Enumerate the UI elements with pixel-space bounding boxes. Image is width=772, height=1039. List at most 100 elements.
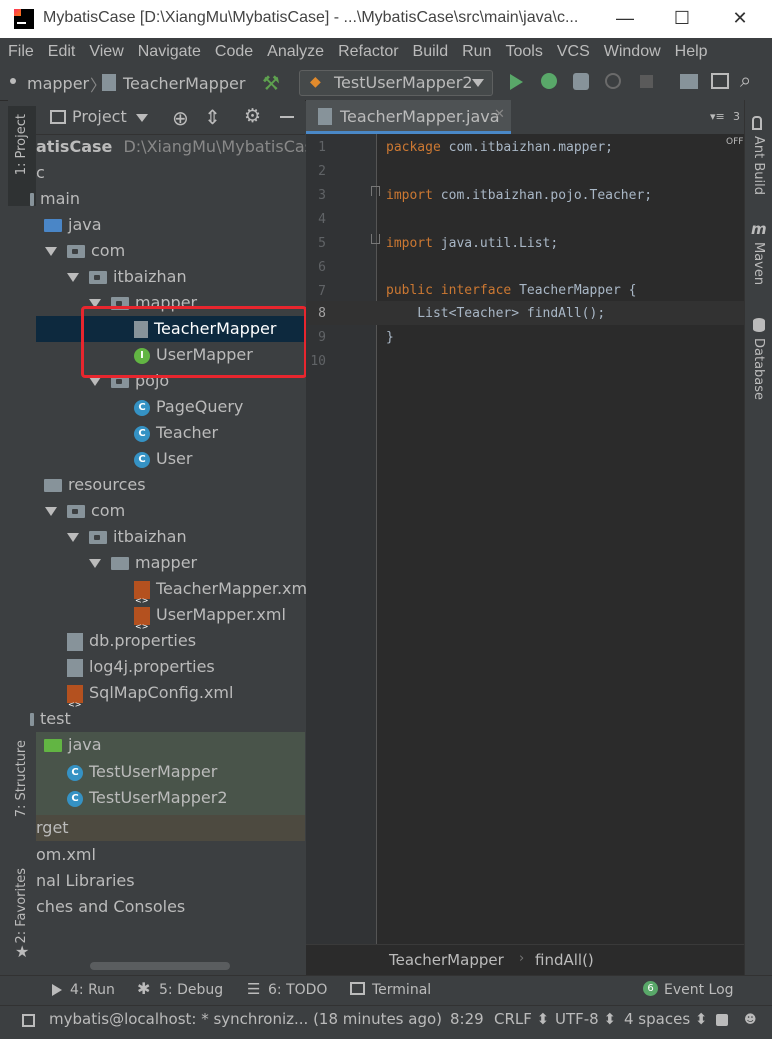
maven-tool-tab[interactable]: Maven	[751, 242, 766, 285]
menu-vcs[interactable]: VCS	[557, 43, 590, 61]
tree-item-teacher[interactable]: C Teacher	[36, 420, 305, 446]
hide-panel-icon[interactable]	[280, 116, 294, 118]
indent-selector[interactable]: 4 spaces ⬍	[624, 1010, 707, 1028]
menu-refactor[interactable]: Refactor	[338, 43, 398, 61]
nav-crumb-file[interactable]: TeacherMapper	[123, 74, 245, 93]
profile-icon[interactable]	[605, 73, 621, 89]
tree-item-resources[interactable]: resources	[36, 472, 305, 498]
menu-navigate[interactable]: Navigate	[138, 43, 201, 61]
expand-arrow-icon[interactable]	[45, 507, 57, 516]
lock-icon[interactable]	[716, 1014, 728, 1026]
search-icon[interactable]: ⌕	[740, 68, 751, 92]
menu-edit[interactable]: Edit	[48, 43, 76, 61]
database-tool-tab[interactable]: Database	[751, 338, 766, 400]
menu-code[interactable]: Code	[215, 43, 253, 61]
menu-build[interactable]: Build	[413, 43, 449, 61]
expand-arrow-icon[interactable]	[89, 377, 101, 386]
tree-item-sqlmapconfig[interactable]: SqlMapConfig.xml	[36, 680, 305, 718]
stop-icon[interactable]	[640, 75, 653, 88]
caret-position[interactable]: 8:29	[450, 1010, 484, 1028]
event-log-button[interactable]: Event Log	[664, 982, 734, 998]
tree-item-pagequery[interactable]: C PageQuery	[36, 394, 305, 420]
toggle-tool-windows-icon[interactable]	[22, 1014, 35, 1027]
favorites-tool-tab[interactable]: 2: Favorites	[14, 868, 29, 944]
code-line-7: public interface TeacherMapper {	[386, 283, 636, 298]
gear-icon[interactable]: ⚙	[244, 105, 261, 127]
maximize-button[interactable]: ☐	[662, 8, 702, 29]
fold-marker-icon[interactable]	[371, 234, 380, 244]
tree-item-user[interactable]: C User	[36, 446, 305, 472]
build-hammer-icon[interactable]: ⚒	[262, 71, 280, 95]
tree-root[interactable]: atisCase D:\XiangMu\MybatisCase\M	[36, 134, 342, 160]
debug-bug-icon[interactable]	[541, 73, 557, 89]
breadcrumb-class[interactable]: TeacherMapper	[389, 951, 504, 969]
project-panel-title[interactable]: Project	[72, 107, 127, 126]
tree-item-test[interactable]: test	[30, 706, 305, 732]
inspector-icon[interactable]: ☻	[744, 1012, 757, 1026]
package-folder-icon	[67, 245, 85, 258]
tree-item-res-itbaizhan[interactable]: itbaizhan	[36, 524, 305, 550]
tree-item-pom-xml[interactable]: om.xml	[36, 842, 305, 868]
tree-item-com[interactable]: com	[36, 238, 305, 264]
tree-item-usermapper-xml[interactable]: UserMapper.xml	[36, 602, 305, 640]
collapse-all-icon[interactable]: ⇕	[204, 105, 221, 129]
fold-marker-icon[interactable]	[371, 186, 380, 196]
run-play-icon[interactable]	[510, 74, 523, 90]
structure-tool-tab[interactable]: 7: Structure	[14, 740, 29, 817]
project-structure-icon[interactable]	[680, 74, 698, 89]
close-button[interactable]: ✕	[720, 8, 760, 29]
tree-item-res-mapper[interactable]: mapper	[36, 550, 305, 576]
tree-item-scratches[interactable]: ches and Consoles	[36, 894, 305, 920]
status-message[interactable]: mybatis@localhost: * synchroniz... (18 m…	[49, 1010, 442, 1028]
menu-analyze[interactable]: Analyze	[267, 43, 324, 61]
chevron-down-icon[interactable]	[136, 114, 148, 122]
menu-run[interactable]: Run	[462, 43, 491, 61]
tab-label: TeacherMapper.java	[340, 107, 500, 126]
tree-item-testusermapper2[interactable]: C TestUserMapper2	[36, 785, 305, 815]
expand-arrow-icon[interactable]	[67, 273, 79, 282]
tree-item-testusermapper[interactable]: C TestUserMapper	[36, 759, 305, 785]
editor-tab-teachermapper[interactable]: TeacherMapper.java ✕	[306, 100, 511, 134]
menu-help[interactable]: Help	[675, 43, 708, 61]
project-tool-tab[interactable]: 1: Project	[14, 114, 29, 175]
expand-arrow-icon[interactable]	[45, 247, 57, 256]
debug-tool-button[interactable]: 5: Debug	[159, 982, 223, 998]
menu-view[interactable]: View	[89, 43, 123, 61]
tree-item-java[interactable]: java	[36, 212, 305, 238]
tree-item-src[interactable]: c	[36, 160, 305, 186]
code-keyword: import	[386, 236, 433, 251]
run-config-dropdown[interactable]: ◆ TestUserMapper2	[299, 70, 493, 96]
coverage-shield-icon[interactable]	[573, 73, 589, 90]
tree-item-log4j-properties[interactable]: log4j.properties	[36, 654, 305, 680]
tab-list-icon[interactable]: ▾≡	[710, 110, 725, 123]
expand-arrow-icon[interactable]	[89, 559, 101, 568]
line-separator-selector[interactable]: CRLF ⬍	[494, 1010, 549, 1028]
tree-item-db-properties[interactable]: db.properties	[36, 628, 305, 654]
locate-target-icon[interactable]: ⊕	[172, 106, 189, 130]
tree-label: UserMapper.xml	[156, 605, 286, 624]
run-tool-button[interactable]: 4: Run	[70, 982, 115, 998]
terminal-tool-button[interactable]: Terminal	[372, 982, 431, 998]
ant-build-tool-tab[interactable]: Ant Build	[751, 136, 766, 195]
tree-item-main[interactable]: main	[30, 186, 305, 212]
tab-close-icon[interactable]: ✕	[494, 107, 505, 122]
tree-item-res-com[interactable]: com	[36, 498, 305, 524]
encoding-selector[interactable]: UTF-8 ⬍	[555, 1010, 616, 1028]
todo-tool-button[interactable]: 6: TODO	[268, 982, 327, 998]
tree-item-teachermapper-xml[interactable]: TeacherMapper.xml	[36, 576, 312, 614]
menu-window[interactable]: Window	[604, 43, 661, 61]
horizontal-scrollbar[interactable]	[90, 962, 230, 970]
expand-arrow-icon[interactable]	[67, 533, 79, 542]
tree-item-test-java[interactable]: java	[36, 732, 305, 759]
tree-item-external-libraries[interactable]: nal Libraries	[36, 868, 305, 894]
menu-tools[interactable]: Tools	[505, 43, 542, 61]
window-layout-icon[interactable]	[711, 73, 729, 89]
breadcrumb-method[interactable]: findAll()	[535, 951, 594, 969]
tree-item-target[interactable]: rget	[36, 815, 305, 841]
code-editor[interactable]	[377, 134, 744, 944]
nav-crumb-mapper[interactable]: mapper	[27, 74, 89, 93]
tree-label: db.properties	[89, 631, 197, 650]
menu-file[interactable]: File	[8, 43, 34, 61]
tree-item-itbaizhan[interactable]: itbaizhan	[36, 264, 305, 290]
minimize-button[interactable]: —	[605, 8, 645, 29]
